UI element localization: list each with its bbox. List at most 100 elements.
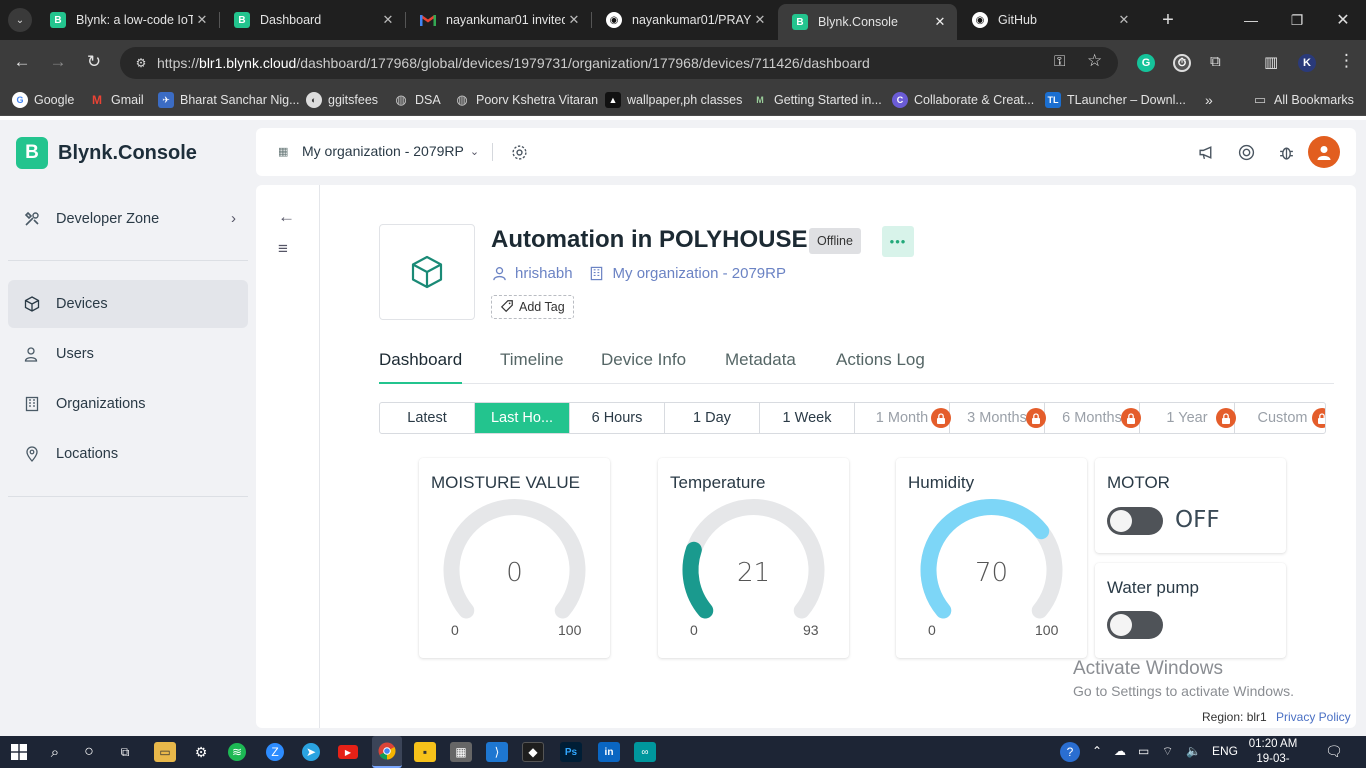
help-icon[interactable]: ? <box>1060 742 1080 762</box>
range-6-months[interactable]: 6 Months <box>1045 403 1141 433</box>
network-icon[interactable]: ☁ <box>1114 744 1126 758</box>
search-icon[interactable]: ⌕ <box>44 742 66 762</box>
extension-icon[interactable]: ⏱ <box>1173 54 1191 72</box>
gear-icon[interactable] <box>510 143 528 161</box>
tab-metadata[interactable]: Metadata <box>725 350 796 384</box>
close-window-button[interactable]: ✕ <box>1320 0 1366 40</box>
sidebar-item-developer-zone[interactable]: Developer Zone › <box>8 195 248 243</box>
gauge-widget-moisture[interactable]: MOISTURE VALUE 0 0 100 <box>419 458 610 658</box>
restore-button[interactable]: ❐ <box>1274 0 1320 40</box>
gauge-widget-humidity[interactable]: Humidity 70 0 100 <box>896 458 1087 658</box>
figma-icon[interactable]: ◆ <box>522 742 544 762</box>
more-bookmarks-icon[interactable]: » <box>1205 92 1213 108</box>
side-panel-icon[interactable]: ▥ <box>1264 53 1278 71</box>
bug-icon[interactable] <box>1277 143 1295 161</box>
privacy-policy-link[interactable]: Privacy Policy <box>1276 710 1351 724</box>
more-options-button[interactable]: ••• <box>882 226 914 257</box>
back-arrow-icon[interactable]: ← <box>278 207 295 227</box>
organization-selector[interactable]: ▦ My organization - 2079RP ⌄ <box>278 143 479 159</box>
avatar[interactable] <box>1308 136 1340 168</box>
close-icon[interactable]: ✕ <box>379 12 397 28</box>
tab-timeline[interactable]: Timeline <box>500 350 564 384</box>
battery-icon[interactable]: ▭ <box>1138 744 1149 758</box>
bookmark-item[interactable]: TL TLauncher – Downl... <box>1045 92 1186 108</box>
close-icon[interactable]: ✕ <box>193 12 211 28</box>
notifications-icon[interactable]: 🗨 <box>1325 743 1343 760</box>
range-1-month[interactable]: 1 Month <box>855 403 951 433</box>
help-lifebuoy-icon[interactable] <box>1237 143 1255 161</box>
app-logo[interactable]: B Blynk.Console <box>16 137 197 169</box>
linkedin-icon[interactable]: in <box>598 742 620 762</box>
grammarly-extension-icon[interactable]: G <box>1137 54 1155 72</box>
chrome-icon[interactable] <box>372 736 402 768</box>
browser-tab[interactable]: B Dashboard ✕ <box>220 0 405 40</box>
browser-tab[interactable]: nayankumar01 invited ✕ <box>406 0 591 40</box>
bookmark-item[interactable]: ✈ Bharat Sanchar Nig... <box>158 92 300 108</box>
sidebar-item-organizations[interactable]: Organizations <box>8 380 248 428</box>
vscode-icon[interactable]: ⟩ <box>486 742 508 762</box>
forward-icon[interactable]: → <box>48 52 68 72</box>
bookmark-item[interactable]: M Gmail <box>89 92 144 108</box>
profile-icon[interactable]: K <box>1298 54 1316 72</box>
file-explorer-icon[interactable]: ▭ <box>154 742 176 762</box>
telegram-icon[interactable]: ➤ <box>302 743 320 761</box>
cortana-icon[interactable]: ○ <box>78 742 100 762</box>
back-icon[interactable]: ← <box>12 52 32 72</box>
calculator-icon[interactable]: ▦ <box>450 742 472 762</box>
minimize-button[interactable]: — <box>1228 0 1274 40</box>
range-1-year[interactable]: 1 Year <box>1140 403 1236 433</box>
add-tag-button[interactable]: Add Tag <box>491 295 574 319</box>
new-tab-button[interactable]: + <box>1145 0 1191 40</box>
settings-icon[interactable]: ⚙ <box>190 742 212 762</box>
language-indicator[interactable]: ENG <box>1212 744 1238 758</box>
browser-tab-active[interactable]: B Blynk.Console ✕ <box>778 4 957 40</box>
tab-dashboard[interactable]: Dashboard <box>379 350 463 384</box>
spotify-icon[interactable]: ≋ <box>228 743 246 761</box>
all-bookmarks[interactable]: ▭ All Bookmarks <box>1252 92 1354 108</box>
zoom-icon[interactable]: Z <box>266 743 284 761</box>
tab-device-info[interactable]: Device Info <box>601 350 686 384</box>
device-organization-link[interactable]: My organization - 2079RP <box>613 265 786 282</box>
range-6-hours[interactable]: 6 Hours <box>570 403 665 433</box>
device-owner-link[interactable]: hrishabh <box>515 265 573 282</box>
menu-dots-icon[interactable]: ⋮ <box>1338 51 1355 71</box>
range-custom[interactable]: Custom <box>1235 403 1325 433</box>
reload-icon[interactable]: ↻ <box>84 52 104 72</box>
browser-tab[interactable]: ◉ nayankumar01/PRAY ✕ <box>592 0 777 40</box>
bookmark-star-icon[interactable]: ☆ <box>1087 51 1102 71</box>
water-pump-toggle[interactable] <box>1107 611 1163 639</box>
wifi-icon[interactable]: ⌔ <box>1162 744 1173 759</box>
bookmark-item[interactable]: M Getting Started in... <box>752 92 881 108</box>
bookmark-item[interactable]: G Google <box>12 92 74 108</box>
range-latest[interactable]: Latest <box>380 403 475 433</box>
browser-tab[interactable]: ◉ GitHub ✕ <box>958 0 1141 40</box>
bookmark-item[interactable]: C Collaborate & Creat... <box>892 92 1034 108</box>
sidebar-item-devices[interactable]: Devices <box>8 280 248 328</box>
tab-actions-log[interactable]: Actions Log <box>836 350 925 384</box>
bookmark-item[interactable]: ◍ DSA <box>393 92 440 108</box>
megaphone-icon[interactable] <box>1197 143 1215 161</box>
tab-search-button[interactable]: ⌄ <box>8 8 32 32</box>
photoshop-icon[interactable]: Ps <box>560 742 582 762</box>
range-last-hour[interactable]: Last Ho... <box>475 403 570 433</box>
gauge-widget-temperature[interactable]: Temperature 21 0 93 <box>658 458 849 658</box>
bookmark-item[interactable]: ◍ Poorv Kshetra Vitaran <box>454 92 598 108</box>
chevron-up-icon[interactable]: ⌃ <box>1092 744 1102 758</box>
close-icon[interactable]: ✕ <box>565 12 583 28</box>
sidebar-item-locations[interactable]: Locations <box>8 430 248 478</box>
bookmark-item[interactable]: ◐ ggitsfees <box>306 92 378 108</box>
close-icon[interactable]: ✕ <box>1115 12 1133 28</box>
range-3-months[interactable]: 3 Months <box>950 403 1046 433</box>
task-view-icon[interactable]: ⧉ <box>114 742 136 762</box>
windows-start-icon[interactable] <box>8 742 30 762</box>
close-icon[interactable]: ✕ <box>931 14 949 30</box>
sticky-notes-icon[interactable]: ▪ <box>414 742 436 762</box>
browser-tab[interactable]: B Blynk: a low-code IoT ✕ <box>36 0 219 40</box>
sidebar-item-users[interactable]: Users <box>8 330 248 378</box>
volume-icon[interactable]: 🔈 <box>1186 744 1201 758</box>
youtube-icon[interactable]: ▶ <box>338 745 358 759</box>
arduino-icon[interactable]: ∞ <box>634 742 656 762</box>
extensions-puzzle-icon[interactable]: ⧉ <box>1210 53 1221 70</box>
site-info-icon[interactable]: ⚙ <box>130 56 152 70</box>
motor-toggle[interactable] <box>1107 507 1163 535</box>
